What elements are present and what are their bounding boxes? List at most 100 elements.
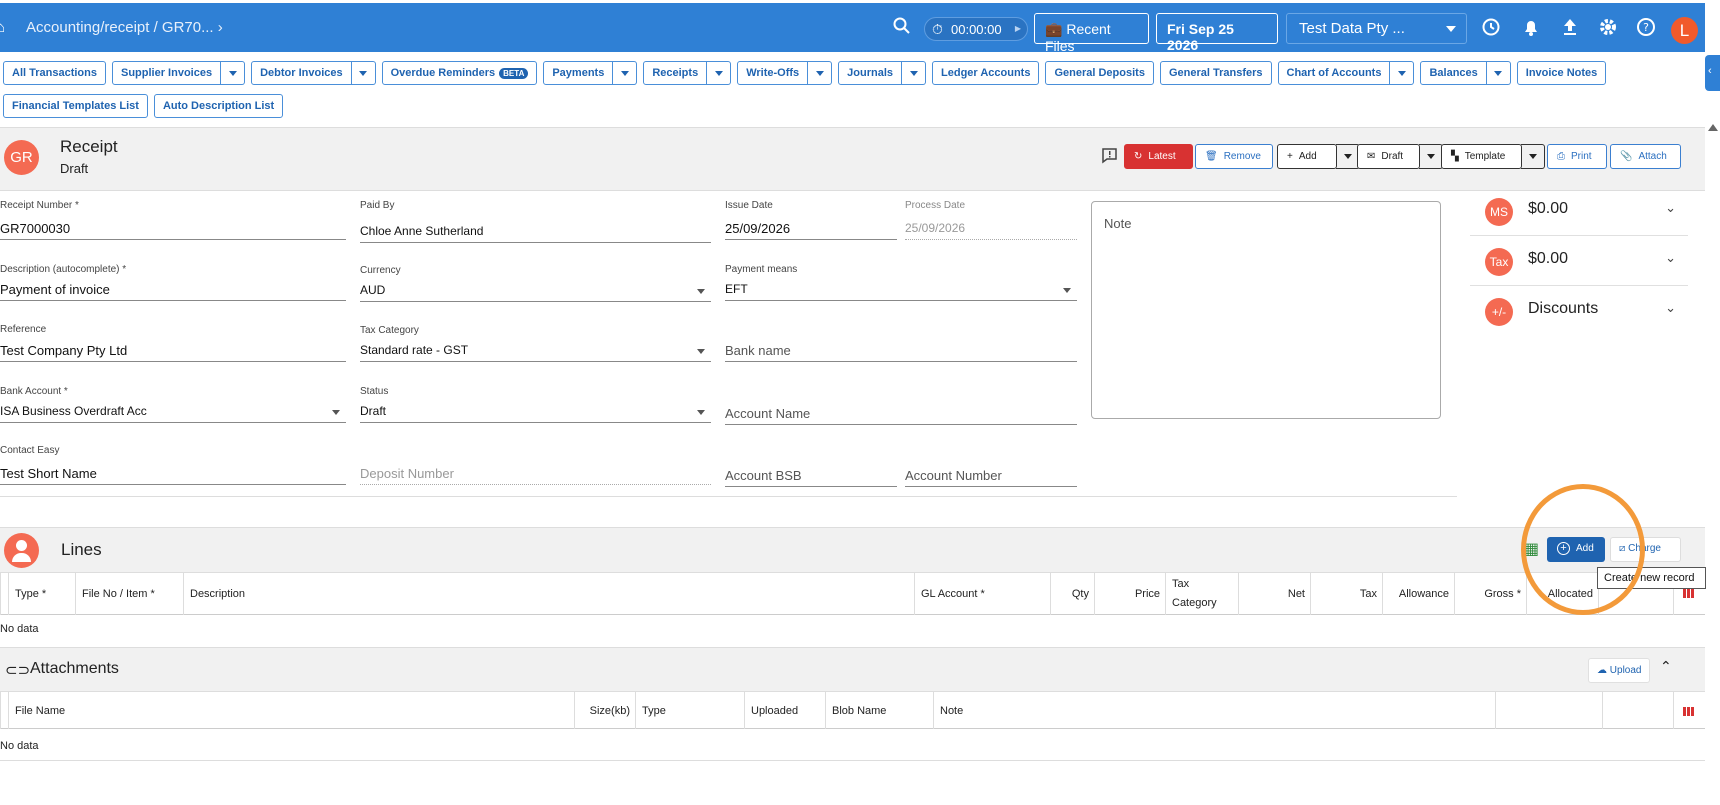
user-avatar[interactable]: L — [1671, 17, 1698, 44]
nav-journals-menu[interactable] — [902, 61, 927, 85]
latest-button[interactable]: ↻ Latest — [1124, 144, 1193, 169]
nav-financial-templates[interactable]: Financial Templates List — [3, 94, 148, 118]
col-note[interactable]: Note — [933, 692, 1496, 729]
draft-button[interactable]: ✉ Draft — [1357, 144, 1443, 169]
nav-receipts-menu[interactable] — [707, 61, 732, 85]
feedback-icon[interactable] — [1101, 147, 1118, 169]
reference-field[interactable]: Test Company Pty Ltd — [0, 340, 346, 362]
payment-means-select[interactable]: EFT — [725, 279, 1077, 301]
nav-payments[interactable]: Payments — [543, 61, 614, 85]
nav-write-offs-menu[interactable] — [808, 61, 833, 85]
nav-ledger-accounts[interactable]: Ledger Accounts — [932, 61, 1040, 85]
col-uploaded[interactable]: Uploaded — [744, 692, 826, 729]
currency-select[interactable]: AUD — [360, 280, 711, 302]
date-button[interactable]: Fri Sep 25 2026 — [1156, 13, 1278, 53]
deposit-number-field[interactable]: Deposit Number — [360, 463, 711, 485]
col-tax-category[interactable]: Tax Category — [1165, 573, 1239, 615]
template-button[interactable]: ▚ Template — [1441, 144, 1545, 169]
col-type[interactable]: Type * — [8, 573, 76, 615]
caret-down-icon — [697, 289, 705, 294]
nav-overdue-reminders[interactable]: Overdue Reminders BETA — [381, 61, 538, 85]
play-icon[interactable]: ▶ — [1015, 24, 1021, 33]
timer-off-icon: ⏱ — [932, 21, 943, 37]
nav-debtor-invoices[interactable]: Debtor Invoices — [251, 61, 352, 85]
breadcrumb[interactable]: Accounting/receipt / GR70... › — [26, 19, 223, 36]
payment-means-label: Payment means — [725, 264, 798, 275]
print-button[interactable]: ⎙ Print — [1547, 144, 1607, 169]
plus-icon: + — [1287, 151, 1293, 162]
nav-invoice-notes[interactable]: Invoice Notes — [1516, 61, 1607, 85]
nav-all-transactions[interactable]: All Transactions — [3, 61, 106, 85]
draft-menu-toggle[interactable] — [1419, 144, 1443, 169]
summary-tax-row[interactable]: Tax $0.00 ⌄ — [1470, 238, 1688, 286]
template-menu-toggle[interactable] — [1521, 144, 1545, 169]
nav-general-transfers[interactable]: General Transfers — [1159, 61, 1272, 85]
paid-by-field[interactable]: Chloe Anne Sutherland — [360, 221, 711, 243]
remove-button[interactable]: 🗑 Remove — [1195, 144, 1273, 169]
col-gross[interactable]: Gross * — [1454, 573, 1527, 615]
nav-general-deposits[interactable]: General Deposits — [1045, 61, 1154, 85]
issue-date-field[interactable]: 25/09/2026 — [725, 218, 897, 240]
col-size[interactable]: Size(kb) — [574, 692, 636, 729]
col-price[interactable]: Price — [1094, 573, 1166, 615]
col-tax[interactable]: Tax — [1310, 573, 1383, 615]
nav-supplier-invoices[interactable]: Supplier Invoices — [111, 61, 222, 85]
chevron-up-icon[interactable]: ⌃ — [1660, 658, 1672, 675]
col-description[interactable]: Description — [183, 573, 916, 615]
timer-widget[interactable]: ⏱ 00:00:00 ▶ — [924, 17, 1028, 41]
nav-chart-of-accounts[interactable]: Chart of Accounts — [1277, 61, 1391, 85]
recent-files-button[interactable]: 💼 Recent Files — [1034, 13, 1149, 54]
process-date-label: Process Date — [905, 200, 966, 211]
side-panel-toggle[interactable]: ‹ — [1705, 55, 1720, 91]
col-allowance[interactable]: Allowance — [1382, 573, 1455, 615]
nav-supplier-invoices-menu[interactable] — [221, 61, 246, 85]
ms-value: $0.00 — [1528, 200, 1569, 217]
help-icon[interactable]: ? — [1636, 17, 1656, 42]
nav-balances[interactable]: Balances — [1420, 61, 1487, 85]
tax-category-select[interactable]: Standard rate - GST — [360, 340, 711, 362]
col-blob-name[interactable]: Blob Name — [825, 692, 934, 729]
nav-write-offs[interactable]: Write-Offs — [737, 61, 809, 85]
upload-icon[interactable] — [1561, 17, 1579, 42]
add-button[interactable]: + Add — [1277, 144, 1360, 169]
account-name-field[interactable]: Account Name — [725, 403, 1077, 425]
receipt-number-field[interactable]: GR7000030 — [0, 218, 346, 240]
receipt-number-label: Receipt Number * — [0, 200, 79, 211]
nav-balances-menu[interactable] — [1486, 61, 1511, 85]
nav-receipts[interactable]: Receipts — [643, 61, 708, 85]
description-field[interactable]: Payment of invoice — [0, 279, 346, 301]
summary-discounts-row[interactable]: +/- Discounts ⌄ — [1470, 288, 1688, 336]
search-icon[interactable] — [893, 17, 911, 40]
col-file-name[interactable]: File Name — [8, 692, 575, 729]
home-icon[interactable]: ⌂ — [0, 19, 5, 36]
attach-button[interactable]: 📎 Attach — [1610, 144, 1681, 169]
col-net[interactable]: Net — [1238, 573, 1311, 615]
company-select[interactable]: Test Data Pty ... — [1286, 13, 1467, 44]
col-qty[interactable]: Qty — [1050, 573, 1095, 615]
bank-name-field[interactable]: Bank name — [725, 340, 1077, 362]
nav-auto-description[interactable]: Auto Description List — [153, 94, 284, 118]
scroll-up-icon[interactable] — [1708, 124, 1718, 131]
nav-debtor-invoices-menu[interactable] — [351, 61, 376, 85]
contact-field[interactable]: Test Short Name — [0, 463, 346, 485]
bank-account-select[interactable]: ISA Business Overdraft Acc — [0, 401, 346, 423]
account-bsb-field[interactable]: Account BSB — [725, 465, 897, 487]
column-chooser-icon[interactable] — [1683, 707, 1695, 716]
summary-ms-row[interactable]: MS $0.00 ⌄ — [1470, 188, 1688, 236]
gear-icon[interactable] — [1598, 17, 1618, 42]
column-chooser-icon[interactable] — [1683, 589, 1695, 598]
history-icon[interactable] — [1481, 17, 1501, 42]
col-gl-account[interactable]: GL Account * — [914, 573, 1051, 615]
col-type[interactable]: Type — [635, 692, 745, 729]
lines-title: Lines — [61, 540, 102, 559]
nav-payments-menu[interactable] — [613, 61, 638, 85]
col-file-no[interactable]: File No / Item * — [75, 573, 185, 615]
bell-icon[interactable] — [1522, 17, 1540, 42]
status-select[interactable]: Draft — [360, 401, 711, 423]
account-number-field[interactable]: Account Number — [905, 465, 1077, 487]
nav-journals[interactable]: Journals — [838, 61, 903, 85]
attachments-bottom-border — [0, 760, 1705, 761]
nav-chart-of-accounts-menu[interactable] — [1390, 61, 1415, 85]
note-textarea[interactable]: Note — [1091, 201, 1441, 419]
upload-button[interactable]: ☁ Upload — [1588, 658, 1651, 683]
